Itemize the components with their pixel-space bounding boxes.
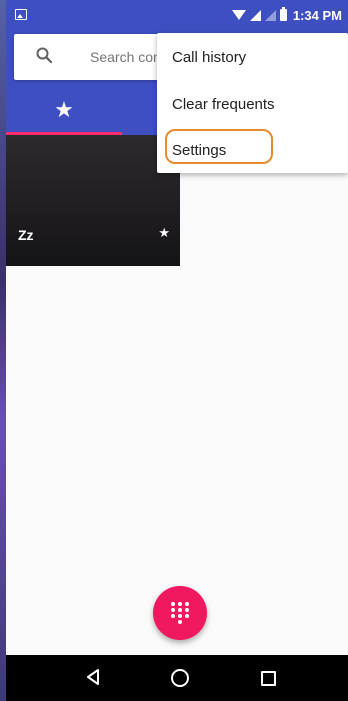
contact-name: Zz (18, 227, 34, 243)
dialpad-icon (171, 602, 189, 624)
search-placeholder[interactable]: Search con (90, 49, 161, 65)
search-icon (36, 47, 52, 63)
status-icons: 1:34 PM (231, 6, 342, 24)
navigation-bar (6, 655, 348, 701)
tab-favorites[interactable]: ★ (6, 84, 122, 135)
overflow-menu: Call history Clear frequents Settings (157, 33, 348, 173)
favorite-contact-tile[interactable]: Zz ★ (6, 135, 180, 266)
status-bar: 1:34 PM (6, 0, 348, 30)
dialpad-button[interactable] (153, 586, 207, 640)
signal-secondary-icon (264, 9, 276, 21)
wifi-icon (231, 10, 246, 20)
battery-icon (279, 7, 287, 21)
back-icon[interactable] (86, 669, 100, 685)
menu-item-label: Call history (172, 48, 247, 66)
recents-icon[interactable] (261, 671, 276, 686)
menu-item-call-history[interactable]: Call history (157, 35, 348, 79)
status-time: 1:34 PM (292, 7, 342, 23)
menu-item-clear-frequents[interactable]: Clear frequents (157, 82, 348, 126)
menu-item-label: Clear frequents (172, 95, 275, 113)
home-icon[interactable] (171, 669, 189, 687)
menu-item-label: Settings (172, 141, 227, 159)
device-frame: 1:34 PM Search con ★ Zz ★ Call history C… (0, 0, 348, 701)
menu-item-settings[interactable]: Settings (157, 128, 348, 172)
image-icon (15, 9, 27, 20)
dialer-screen: 1:34 PM Search con ★ Zz ★ Call history C… (6, 0, 348, 701)
signal-icon (249, 9, 261, 21)
star-icon: ★ (54, 96, 74, 122)
star-icon[interactable]: ★ (158, 225, 170, 241)
